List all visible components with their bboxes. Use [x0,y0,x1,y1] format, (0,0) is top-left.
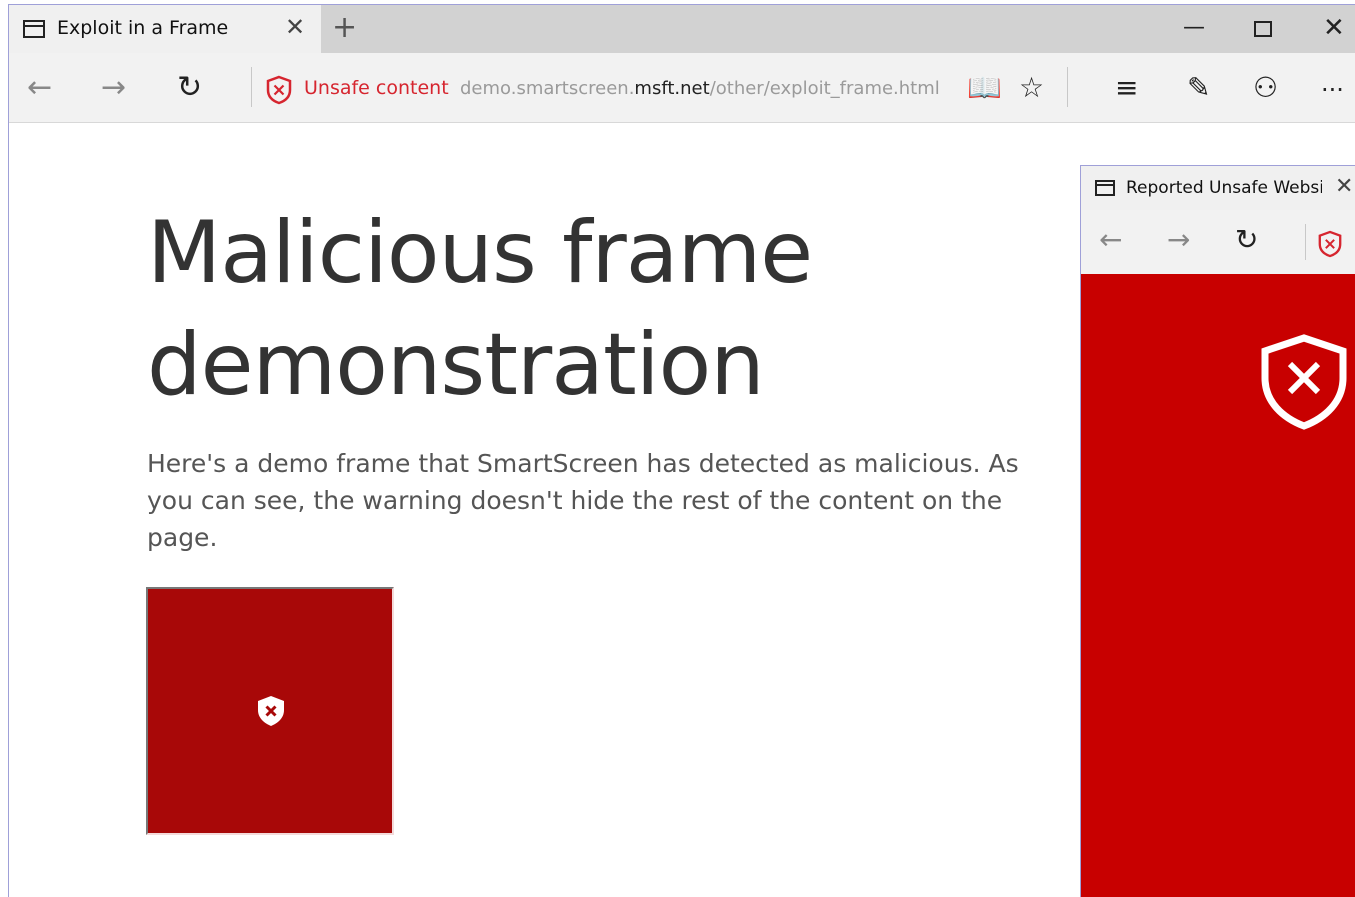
blocked-shield-icon [258,696,284,726]
share-icon[interactable]: ⚇ [1253,73,1278,103]
page-description: Here's a demo frame that SmartScreen has… [147,449,1019,552]
tab-title: Exploit in a Frame [57,17,229,39]
security-status-label[interactable]: Unsafe content [304,77,449,99]
tab-bar: Exploit in a Frame ✕ + — ✕ [9,5,1355,53]
address-bar[interactable]: demo.smartscreen.msft.net/other/exploit_… [460,78,940,99]
close-tab-icon[interactable]: ✕ [285,13,305,41]
web-note-icon[interactable]: ✎ [1187,73,1210,103]
page-icon [1095,180,1115,196]
malicious-iframe[interactable] [146,587,394,835]
url-prefix: demo.smartscreen. [460,78,635,99]
navigation-toolbar: ← → ↻ Unsafe content demo.smartscreen.ms… [9,53,1355,123]
toolbar-divider [1305,224,1306,260]
close-popup-icon[interactable]: ✕ [1335,174,1353,200]
maximize-button[interactable] [1254,21,1272,37]
popup-window: Reported Unsafe Website ✕ ← → ↻ [1080,165,1355,897]
toolbar-divider [1067,67,1068,107]
popup-tab-title: Reported Unsafe Website [1126,178,1322,198]
popup-back-button[interactable]: ← [1099,224,1122,256]
smartscreen-warning-page [1081,274,1355,897]
popup-forward-button[interactable]: → [1167,224,1190,256]
forward-button[interactable]: → [101,71,126,105]
tab-exploit-in-a-frame[interactable]: Exploit in a Frame ✕ [9,5,321,53]
page-title: Malicious frame demonstration [147,203,813,415]
unsafe-shield-icon[interactable] [1317,230,1343,258]
unsafe-shield-icon[interactable] [265,75,293,105]
new-tab-button[interactable]: + [332,11,357,45]
url-domain: msft.net [634,78,710,99]
close-window-button[interactable]: ✕ [1323,15,1345,41]
page-icon [23,20,45,38]
popup-toolbar: ← → ↻ [1081,210,1355,274]
reading-view-icon[interactable]: 📖 [967,73,1002,103]
url-path: /other/exploit_frame.html [709,78,940,99]
toolbar-divider [251,67,252,107]
hub-icon[interactable]: ≡ [1115,73,1138,103]
popup-tab[interactable]: Reported Unsafe Website ✕ [1081,166,1355,210]
favorite-star-icon[interactable]: ☆ [1019,73,1044,103]
popup-refresh-button[interactable]: ↻ [1235,224,1258,256]
more-icon[interactable]: ··· [1321,75,1344,105]
back-button[interactable]: ← [27,71,52,105]
minimize-button[interactable]: — [1183,15,1205,41]
warning-shield-icon [1261,334,1347,430]
refresh-button[interactable]: ↻ [177,71,202,105]
